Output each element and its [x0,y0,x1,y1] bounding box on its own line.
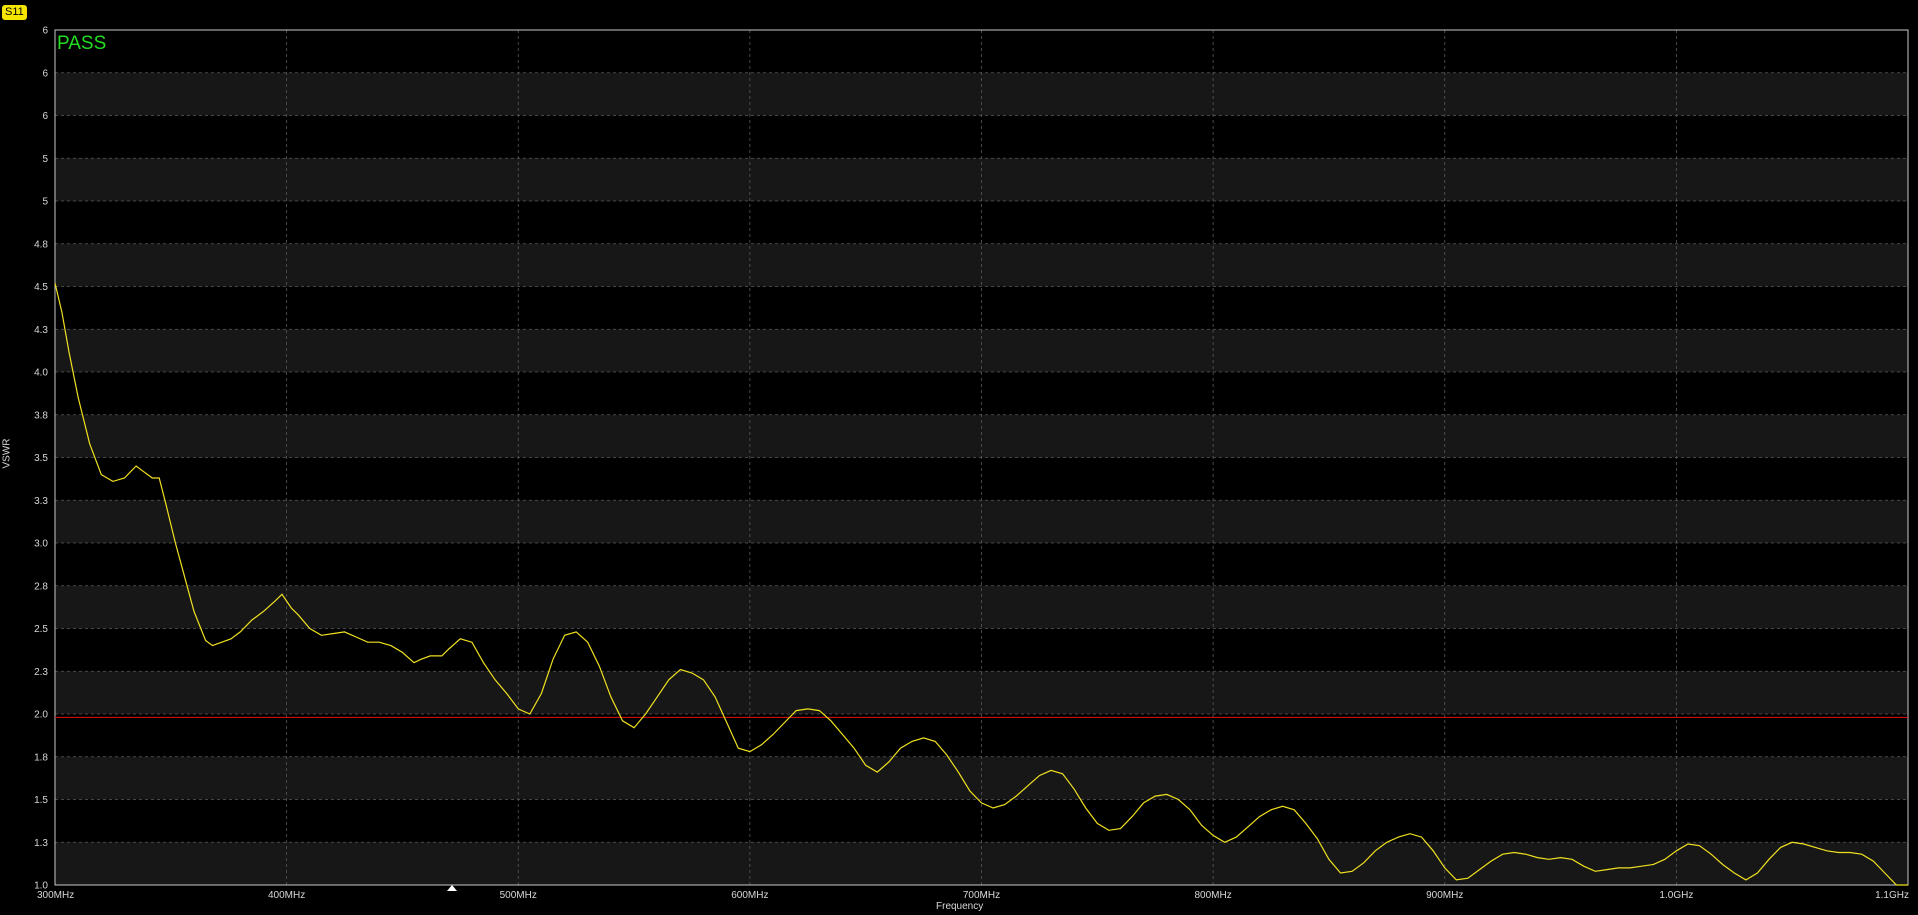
x-tick-labels: 300MHz 400MHz 500MHz 600MHz 700MHz 800MHz 900M… [37,890,1909,901]
x-axis-label: Frequency [936,901,984,912]
y-tick-label: 4.5 [34,282,48,293]
y-tick-label: 2.0 [34,710,48,721]
y-tick-label: 6 [42,68,48,79]
y-tick-label: 2.8 [34,581,48,592]
y-tick-label: 1.8 [34,752,48,763]
y-tick-label: 3.0 [34,539,48,550]
y-tick-label: 5 [42,197,48,208]
pass-status: PASS [57,33,107,54]
trace-badge-s11[interactable]: S11 [2,5,27,20]
y-tick-label: 4.8 [34,239,48,250]
x-tick-label: 300MHz [37,890,74,901]
y-tick-label: 6 [42,26,48,37]
y-tick-label: 4.0 [34,368,48,379]
y-tick-label: 5 [42,154,48,165]
x-tick-label: 1.0GHz [1659,890,1693,901]
y-tick-labels: 6 6 6 5 5 4.8 4.5 4.3 4.0 3.8 3.5 3.3 3.0 2.8 2.5 2.3 2.… [34,26,48,892]
y-tick-label: 3.5 [34,453,48,464]
y-tick-label: 2.3 [34,667,48,678]
x-tick-label: 600MHz [731,890,768,901]
marker-triangle-icon[interactable] [447,885,457,891]
y-tick-label: 6 [42,111,48,122]
x-tick-label: 700MHz [963,890,1000,901]
x-tick-label: 500MHz [500,890,537,901]
y-tick-label: 2.5 [34,624,48,635]
y-axis-label: VSWR [1,438,13,469]
x-tick-label: 900MHz [1426,890,1463,901]
x-tick-label: 400MHz [268,890,305,901]
x-tick-label: 1.1GHz [1875,890,1909,901]
y-tick-label: 1.5 [34,795,48,806]
x-tick-label: 800MHz [1195,890,1232,901]
y-tick-label: 1.3 [34,838,48,849]
y-tick-label: 3.3 [34,496,48,507]
vswr-chart: 6 6 6 5 5 4.8 4.5 4.3 4.0 3.8 3.5 3.3 3.0 2.8 2.5 2.3 2.… [34,26,1909,902]
y-tick-label: 4.3 [34,325,48,336]
y-tick-label: 3.8 [34,410,48,421]
